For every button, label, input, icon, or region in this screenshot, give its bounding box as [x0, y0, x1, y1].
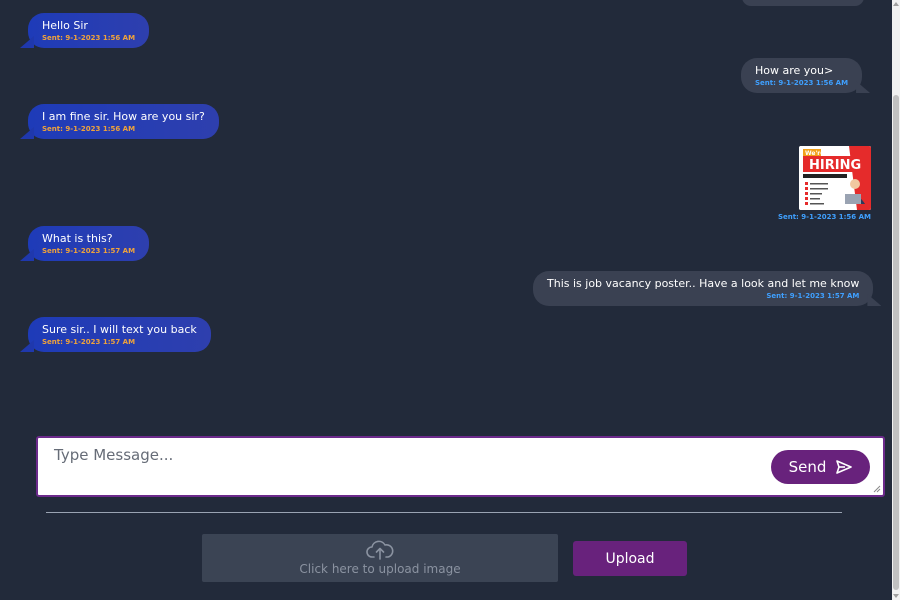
resize-grip-icon[interactable] [872, 484, 881, 493]
message-timestamp: Sent: 9-1-2023 1:56 AM [42, 125, 136, 133]
message-incoming: Sure sir.. I will text you back Sent: 9-… [28, 317, 211, 352]
message-outgoing: How are you> Sent: 9-1-2023 1:56 AM [741, 58, 863, 93]
svg-text:HIRING: HIRING [809, 158, 861, 173]
upload-button[interactable]: Upload [573, 541, 687, 576]
message-incoming: What is this? Sent: 9-1-2023 1:57 AM [28, 226, 150, 261]
previous-message-fragment [742, 0, 864, 6]
hiring-poster-graphic: We're HIRING [799, 146, 871, 210]
message-timestamp: Sent: 9-1-2023 1:57 AM [766, 292, 860, 300]
cloud-upload-icon [366, 540, 394, 560]
message-timestamp: Sent: 9-1-2023 1:56 AM [755, 79, 849, 87]
scrollbar-thumb[interactable] [893, 95, 899, 590]
paper-plane-icon [836, 460, 853, 474]
message-text: This is job vacancy poster.. Have a look… [547, 277, 860, 290]
scroll-down-arrow-icon[interactable] [893, 594, 899, 598]
page-scrollbar[interactable] [892, 0, 900, 600]
message-timestamp: Sent: 9-1-2023 1:57 AM [42, 338, 136, 346]
message-outgoing: This is job vacancy poster.. Have a look… [533, 271, 874, 306]
message-bubble: What is this? Sent: 9-1-2023 1:57 AM [28, 226, 150, 261]
message-text: How are you> [755, 64, 834, 77]
message-bubble: Hello Sir Sent: 9-1-2023 1:56 AM [28, 13, 150, 48]
message-bubble: This is job vacancy poster.. Have a look… [533, 271, 874, 306]
message-text: What is this? [42, 232, 113, 245]
message-incoming: I am fine sir. How are you sir? Sent: 9-… [28, 104, 219, 139]
message-bubble: How are you> Sent: 9-1-2023 1:56 AM [741, 58, 863, 93]
hiring-poster-image[interactable]: We're HIRING [799, 146, 871, 210]
image-upload-dropzone[interactable]: Click here to upload image [202, 534, 558, 582]
message-timestamp: Sent: 9-1-2023 1:56 AM [777, 213, 871, 221]
send-button-label: Send [788, 458, 827, 476]
message-bubble: I am fine sir. How are you sir? Sent: 9-… [28, 104, 219, 139]
send-button[interactable]: Send [771, 450, 870, 484]
message-composer: Send [36, 436, 885, 497]
message-bubble: Sure sir.. I will text you back Sent: 9-… [28, 317, 211, 352]
chat-messages-area: Hello Sir Sent: 9-1-2023 1:56 AM How are… [0, 0, 892, 425]
message-text: Hello Sir [42, 19, 88, 32]
upload-zone-label: Click here to upload image [299, 562, 461, 576]
message-timestamp: Sent: 9-1-2023 1:56 AM [42, 34, 136, 42]
message-timestamp: Sent: 9-1-2023 1:57 AM [42, 247, 136, 255]
message-text: Sure sir.. I will text you back [42, 323, 197, 336]
scroll-up-arrow-icon[interactable] [893, 2, 899, 6]
svg-text:We're: We're [805, 150, 824, 157]
message-input[interactable] [38, 438, 883, 495]
message-text: I am fine sir. How are you sir? [42, 110, 205, 123]
message-incoming: Hello Sir Sent: 9-1-2023 1:56 AM [28, 13, 150, 48]
divider [46, 512, 842, 513]
